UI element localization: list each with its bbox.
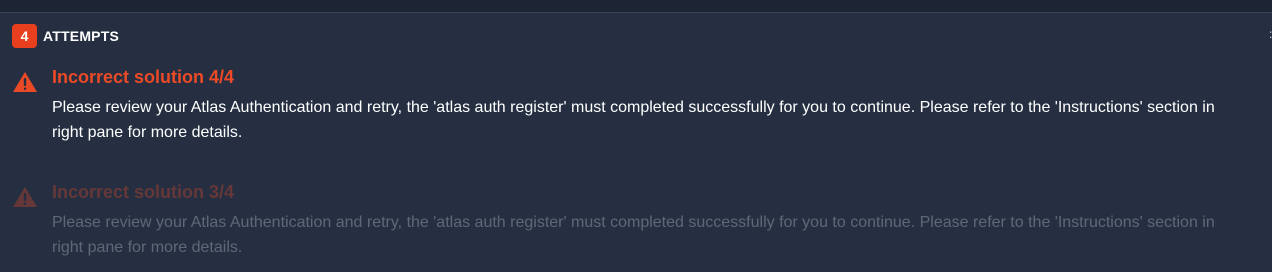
attempts-header: 4 ATTEMPTS (12, 24, 119, 48)
attempts-header-label: ATTEMPTS (43, 28, 120, 44)
attempt-title: Incorrect solution 3/4 (52, 182, 235, 202)
attempt-title: Incorrect solution 4/4 (52, 67, 235, 87)
attempts-count-badge: 4 (12, 24, 37, 48)
attempt-message: Please review your Atlas Authentication … (52, 214, 1215, 256)
warning-triangle-icon (13, 72, 37, 92)
warning-triangle-icon (13, 187, 37, 207)
attempt-message: Please review your Atlas Authentication … (52, 99, 1215, 141)
top-bar (0, 0, 1272, 13)
